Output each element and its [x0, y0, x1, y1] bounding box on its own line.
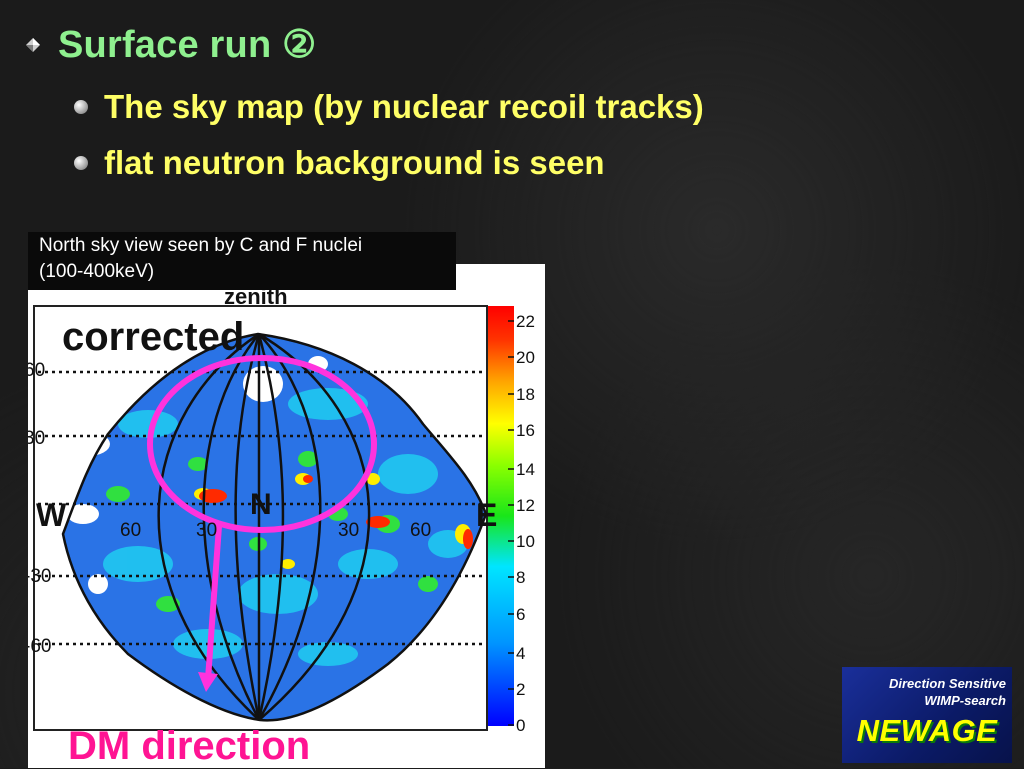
colorbar-tick: 10: [516, 532, 535, 551]
bullet-item: flat neutron background is seen: [74, 144, 605, 182]
longitude-label: 60: [410, 520, 431, 541]
round-bullet-icon: [74, 156, 88, 170]
colorbar-tick: 12: [516, 496, 535, 515]
caption-line: North sky view seen by C and F nuclei: [39, 235, 363, 256]
latitude-label: -30: [28, 566, 51, 587]
longitude-label: 30: [196, 520, 217, 541]
colorbar-tick: 6: [516, 605, 525, 624]
longitude-label: 60: [120, 520, 141, 541]
title-bullet: Surface run ②: [26, 22, 316, 67]
colorbar-tick: 0: [516, 716, 525, 735]
caption-line: (100-400keV): [39, 261, 155, 282]
latitude-label: 30: [28, 428, 45, 449]
colorbar-tick: 18: [516, 385, 535, 404]
slide-title: Surface run ②: [58, 24, 317, 66]
corrected-label: corrected: [62, 315, 244, 359]
latitude-label: 60: [28, 360, 45, 381]
diamond-bullet-icon: [26, 37, 40, 52]
bullet-item: The sky map (by nuclear recoil tracks): [74, 88, 704, 126]
bullet-text: The sky map (by nuclear recoil tracks): [104, 88, 704, 125]
logo-line: Direction Sensitive: [888, 676, 1006, 691]
bullet-text: flat neutron background is seen: [104, 144, 605, 181]
logo-line: WIMP-search: [924, 693, 1006, 708]
east-label: E: [476, 497, 497, 533]
newage-logo: Direction Sensitive WIMP-search NEWAGE: [842, 667, 1012, 763]
logo-name: NEWAGE: [856, 713, 998, 748]
colorbar-tick: 4: [516, 644, 525, 663]
colorbar-tick: 8: [516, 568, 525, 587]
round-bullet-icon: [74, 100, 88, 114]
west-label: W: [36, 497, 67, 533]
colorbar-tick: 2: [516, 680, 525, 699]
north-label: N: [250, 488, 272, 521]
colorbar-tick: 20: [516, 348, 535, 367]
sky-map-figure: 0 2 4 6 8 10 12 14 16 18 20 22 60 30 -30…: [28, 264, 545, 768]
sky-map-plot: 0 2 4 6 8 10 12 14 16 18 20 22 60 30 -30…: [28, 284, 535, 735]
figure-caption: North sky view seen by C and F nuclei (1…: [28, 232, 456, 290]
colorbar-tick: 22: [516, 312, 535, 331]
latitude-label: -60: [28, 636, 51, 657]
longitude-label: 30: [338, 520, 359, 541]
dm-direction-label: DM direction: [68, 724, 311, 768]
colorbar-tick: 14: [516, 460, 535, 479]
slide: Surface run ② The sky map (by nuclear re…: [0, 0, 1024, 768]
colorbar-tick: 16: [516, 421, 535, 440]
